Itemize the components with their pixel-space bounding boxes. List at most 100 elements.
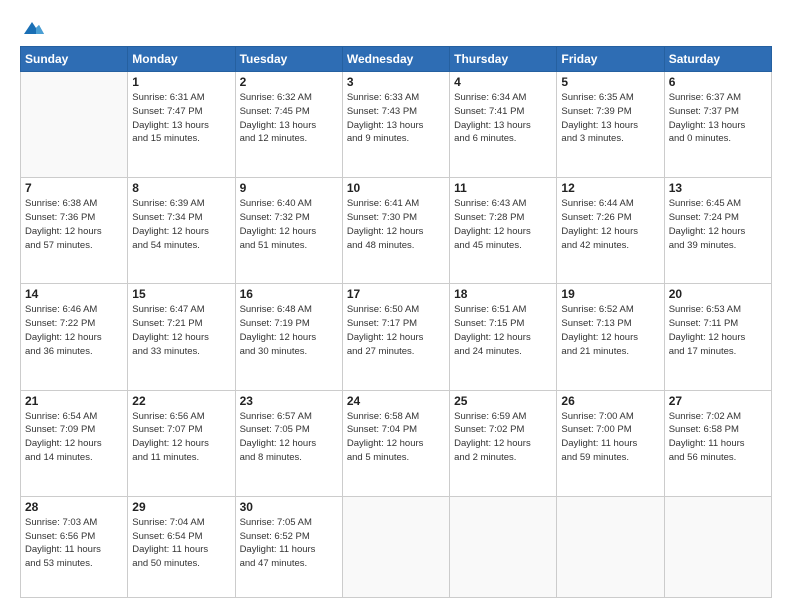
table-row (450, 496, 557, 597)
table-row: 7Sunrise: 6:38 AM Sunset: 7:36 PM Daylig… (21, 178, 128, 284)
day-number: 25 (454, 394, 552, 408)
logo-text (20, 18, 44, 36)
day-info: Sunrise: 7:03 AM Sunset: 6:56 PM Dayligh… (25, 516, 123, 571)
day-info: Sunrise: 6:32 AM Sunset: 7:45 PM Dayligh… (240, 91, 338, 146)
logo-icon (22, 18, 44, 36)
calendar-table: Sunday Monday Tuesday Wednesday Thursday… (20, 46, 772, 598)
day-number: 5 (561, 75, 659, 89)
table-row (664, 496, 771, 597)
day-info: Sunrise: 6:31 AM Sunset: 7:47 PM Dayligh… (132, 91, 230, 146)
day-number: 6 (669, 75, 767, 89)
day-info: Sunrise: 6:43 AM Sunset: 7:28 PM Dayligh… (454, 197, 552, 252)
day-number: 12 (561, 181, 659, 195)
day-info: Sunrise: 6:39 AM Sunset: 7:34 PM Dayligh… (132, 197, 230, 252)
day-number: 4 (454, 75, 552, 89)
day-info: Sunrise: 7:00 AM Sunset: 7:00 PM Dayligh… (561, 410, 659, 465)
day-number: 2 (240, 75, 338, 89)
day-info: Sunrise: 6:40 AM Sunset: 7:32 PM Dayligh… (240, 197, 338, 252)
table-row: 1 Sunrise: 6:31 AM Sunset: 7:47 PM Daylig… (128, 72, 235, 178)
day-number: 26 (561, 394, 659, 408)
day-number: 8 (132, 181, 230, 195)
table-row: 29Sunrise: 7:04 AM Sunset: 6:54 PM Dayli… (128, 496, 235, 597)
day-number: 28 (25, 500, 123, 514)
day-info: Sunrise: 6:41 AM Sunset: 7:30 PM Dayligh… (347, 197, 445, 252)
table-row: 2 Sunrise: 6:32 AM Sunset: 7:45 PM Daylig… (235, 72, 342, 178)
day-number: 13 (669, 181, 767, 195)
day-info: Sunrise: 7:02 AM Sunset: 6:58 PM Dayligh… (669, 410, 767, 465)
table-row (21, 72, 128, 178)
day-number: 9 (240, 181, 338, 195)
table-row: 26 Sunrise: 7:00 AM Sunset: 7:00 PM Dayli… (557, 390, 664, 496)
table-row: 19 Sunrise: 6:52 AM Sunset: 7:13 PM Dayli… (557, 284, 664, 390)
col-saturday: Saturday (664, 47, 771, 72)
day-number: 1 (132, 75, 230, 89)
table-row: 23Sunrise: 6:57 AM Sunset: 7:05 PM Dayli… (235, 390, 342, 496)
day-number: 27 (669, 394, 767, 408)
day-info: Sunrise: 6:34 AM Sunset: 7:41 PM Dayligh… (454, 91, 552, 146)
day-info: Sunrise: 6:56 AM Sunset: 7:07 PM Dayligh… (132, 410, 230, 465)
day-number: 19 (561, 287, 659, 301)
day-info: Sunrise: 6:53 AM Sunset: 7:11 PM Dayligh… (669, 303, 767, 358)
day-number: 24 (347, 394, 445, 408)
day-info: Sunrise: 6:35 AM Sunset: 7:39 PM Dayligh… (561, 91, 659, 146)
day-number: 17 (347, 287, 445, 301)
table-row: 13 Sunrise: 6:45 AM Sunset: 7:24 PM Dayli… (664, 178, 771, 284)
day-number: 22 (132, 394, 230, 408)
table-row: 11 Sunrise: 6:43 AM Sunset: 7:28 PM Dayli… (450, 178, 557, 284)
table-row: 18 Sunrise: 6:51 AM Sunset: 7:15 PM Dayli… (450, 284, 557, 390)
table-row: 21 Sunrise: 6:54 AM Sunset: 7:09 PM Dayli… (21, 390, 128, 496)
table-row: 24 Sunrise: 6:58 AM Sunset: 7:04 PM Dayli… (342, 390, 449, 496)
col-wednesday: Wednesday (342, 47, 449, 72)
day-number: 20 (669, 287, 767, 301)
day-number: 11 (454, 181, 552, 195)
day-info: Sunrise: 6:46 AM Sunset: 7:22 PM Dayligh… (25, 303, 123, 358)
col-tuesday: Tuesday (235, 47, 342, 72)
day-number: 21 (25, 394, 123, 408)
table-row: 25 Sunrise: 6:59 AM Sunset: 7:02 PM Dayli… (450, 390, 557, 496)
day-info: Sunrise: 6:44 AM Sunset: 7:26 PM Dayligh… (561, 197, 659, 252)
day-info: Sunrise: 6:38 AM Sunset: 7:36 PM Dayligh… (25, 197, 123, 252)
table-row: 17 Sunrise: 6:50 AM Sunset: 7:17 PM Dayli… (342, 284, 449, 390)
day-info: Sunrise: 7:05 AM Sunset: 6:52 PM Dayligh… (240, 516, 338, 571)
day-info: Sunrise: 6:51 AM Sunset: 7:15 PM Dayligh… (454, 303, 552, 358)
header (20, 18, 772, 36)
day-info: Sunrise: 6:59 AM Sunset: 7:02 PM Dayligh… (454, 410, 552, 465)
col-thursday: Thursday (450, 47, 557, 72)
table-row: 8 Sunrise: 6:39 AM Sunset: 7:34 PM Daylig… (128, 178, 235, 284)
day-info: Sunrise: 6:47 AM Sunset: 7:21 PM Dayligh… (132, 303, 230, 358)
day-info: Sunrise: 6:50 AM Sunset: 7:17 PM Dayligh… (347, 303, 445, 358)
day-number: 16 (240, 287, 338, 301)
table-row: 14Sunrise: 6:46 AM Sunset: 7:22 PM Dayli… (21, 284, 128, 390)
table-row: 15 Sunrise: 6:47 AM Sunset: 7:21 PM Dayli… (128, 284, 235, 390)
day-info: Sunrise: 6:37 AM Sunset: 7:37 PM Dayligh… (669, 91, 767, 146)
col-sunday: Sunday (21, 47, 128, 72)
day-info: Sunrise: 7:04 AM Sunset: 6:54 PM Dayligh… (132, 516, 230, 571)
day-info: Sunrise: 6:33 AM Sunset: 7:43 PM Dayligh… (347, 91, 445, 146)
day-info: Sunrise: 6:54 AM Sunset: 7:09 PM Dayligh… (25, 410, 123, 465)
table-row: 6 Sunrise: 6:37 AM Sunset: 7:37 PM Daylig… (664, 72, 771, 178)
table-row: 28 Sunrise: 7:03 AM Sunset: 6:56 PM Dayli… (21, 496, 128, 597)
table-row: 22 Sunrise: 6:56 AM Sunset: 7:07 PM Dayli… (128, 390, 235, 496)
table-row: 27 Sunrise: 7:02 AM Sunset: 6:58 PM Dayli… (664, 390, 771, 496)
day-info: Sunrise: 6:45 AM Sunset: 7:24 PM Dayligh… (669, 197, 767, 252)
day-info: Sunrise: 6:58 AM Sunset: 7:04 PM Dayligh… (347, 410, 445, 465)
table-row: 9 Sunrise: 6:40 AM Sunset: 7:32 PM Daylig… (235, 178, 342, 284)
table-row: 4 Sunrise: 6:34 AM Sunset: 7:41 PM Daylig… (450, 72, 557, 178)
table-row: 16 Sunrise: 6:48 AM Sunset: 7:19 PM Dayli… (235, 284, 342, 390)
table-row: 30 Sunrise: 7:05 AM Sunset: 6:52 PM Dayli… (235, 496, 342, 597)
table-row: 3Sunrise: 6:33 AM Sunset: 7:43 PM Daylig… (342, 72, 449, 178)
day-number: 15 (132, 287, 230, 301)
col-monday: Monday (128, 47, 235, 72)
day-number: 18 (454, 287, 552, 301)
day-info: Sunrise: 6:57 AM Sunset: 7:05 PM Dayligh… (240, 410, 338, 465)
calendar-header-row: Sunday Monday Tuesday Wednesday Thursday… (21, 47, 772, 72)
table-row: 12 Sunrise: 6:44 AM Sunset: 7:26 PM Dayli… (557, 178, 664, 284)
logo (20, 18, 44, 36)
table-row (342, 496, 449, 597)
day-info: Sunrise: 6:52 AM Sunset: 7:13 PM Dayligh… (561, 303, 659, 358)
day-number: 10 (347, 181, 445, 195)
day-info: Sunrise: 6:48 AM Sunset: 7:19 PM Dayligh… (240, 303, 338, 358)
table-row: 20 Sunrise: 6:53 AM Sunset: 7:11 PM Dayli… (664, 284, 771, 390)
day-number: 30 (240, 500, 338, 514)
table-row (557, 496, 664, 597)
